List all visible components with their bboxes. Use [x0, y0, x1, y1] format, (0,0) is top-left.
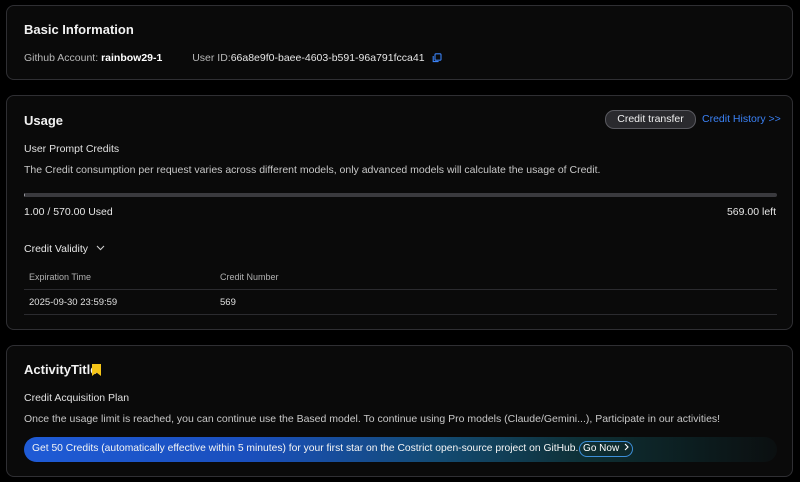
basic-information-title: Basic Information — [24, 22, 134, 37]
activity-card: ActivityTitle Credit Acquisition Plan On… — [6, 345, 793, 477]
chevron-down-icon — [96, 242, 105, 254]
table-cell-credit-number: 569 — [220, 297, 236, 308]
go-now-label: Go Now — [583, 443, 620, 454]
github-account-label: Github Account: — [24, 52, 99, 64]
credit-transfer-button[interactable]: Credit transfer — [605, 110, 696, 129]
activity-title: ActivityTitle — [24, 362, 98, 377]
usage-card: Usage Credit transfer Credit History >> … — [6, 95, 793, 330]
promo-banner-text: Get 50 Credits (automatically effective … — [32, 443, 579, 454]
credit-validity-label: Credit Validity — [24, 243, 88, 255]
credit-acquisition-plan-label: Credit Acquisition Plan — [24, 392, 130, 404]
table-divider — [24, 314, 777, 315]
chevron-right-icon — [624, 442, 629, 456]
credit-description: The Credit consumption per request varie… — [24, 164, 601, 176]
copy-icon[interactable] — [432, 53, 443, 66]
account-row: Github Account: rainbow29-1 User ID:66a8… — [24, 52, 443, 66]
basic-information-card: Basic Information Github Account: rainbo… — [6, 5, 793, 80]
user-prompt-credits-label: User Prompt Credits — [24, 143, 120, 155]
user-id-label: User ID: — [192, 52, 231, 64]
go-now-button[interactable]: Go Now — [579, 441, 633, 457]
user-id-value: 66a8e9f0-baee-4603-b591-96a791fcca41 — [230, 52, 425, 64]
bookmark-icon — [92, 363, 101, 381]
usage-title: Usage — [24, 113, 64, 128]
credit-history-link[interactable]: Credit History >> — [702, 113, 781, 125]
table-header-credit-number: Credit Number — [220, 272, 279, 282]
credit-progress-fill — [24, 193, 26, 197]
github-account-value: rainbow29-1 — [101, 52, 163, 64]
table-cell-expiration: 2025-09-30 23:59:59 — [29, 297, 118, 308]
credit-progress-bar — [24, 193, 777, 197]
table-divider — [24, 289, 777, 290]
credit-validity-toggle[interactable]: Credit Validity — [24, 242, 105, 255]
promo-banner: Get 50 Credits (automatically effective … — [24, 437, 777, 462]
activity-description: Once the usage limit is reached, you can… — [24, 413, 721, 425]
credits-used-text: 1.00 / 570.00 Used — [24, 206, 113, 218]
table-header-expiration: Expiration Time — [29, 272, 92, 282]
credits-left-text: 569.00 left — [726, 206, 776, 218]
